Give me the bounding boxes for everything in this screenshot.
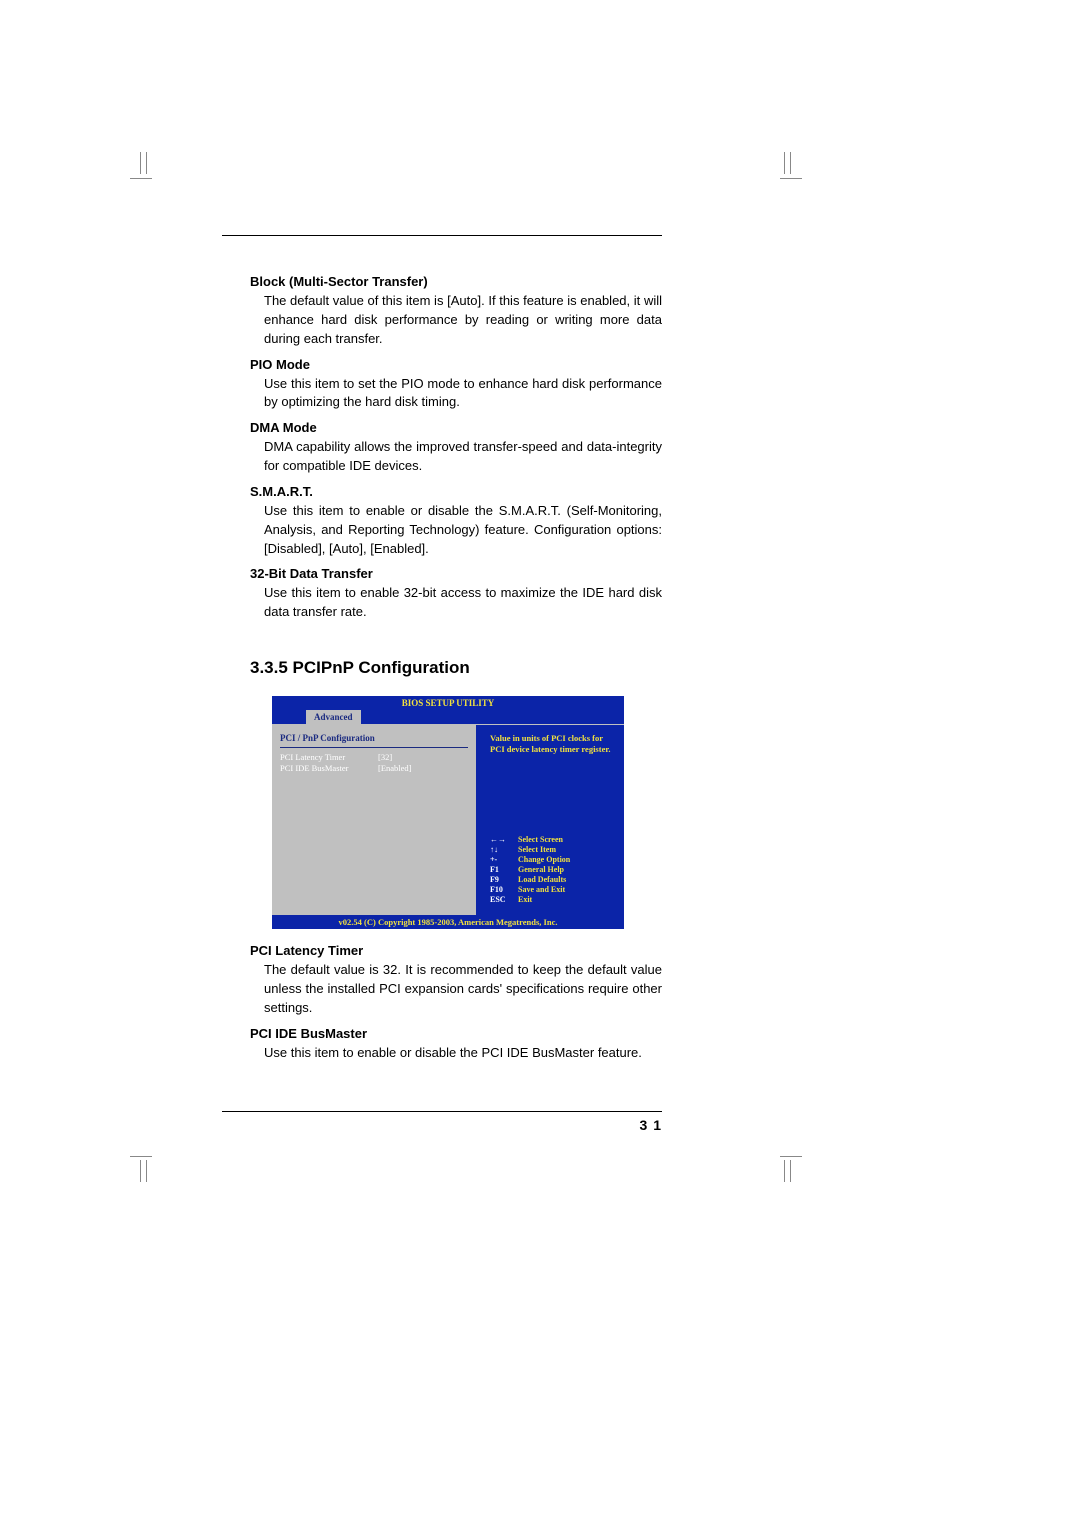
bios-setting-row: PCI Latency Timer [32] [280,752,468,763]
page-number: 3 1 [640,1117,662,1133]
bios-setting-key: PCI Latency Timer [280,752,378,763]
item-heading: PCI IDE BusMaster [250,1026,662,1041]
bios-setting-value: [Enabled] [378,763,468,774]
bios-setting-row: PCI IDE BusMaster [Enabled] [280,763,468,774]
bios-tabbar: Advanced [272,710,624,724]
item-body: DMA capability allows the improved trans… [264,438,662,476]
item-heading: 32-Bit Data Transfer [250,566,662,581]
bios-left-panel: PCI / PnP Configuration PCI Latency Time… [272,725,476,915]
item-heading: PIO Mode [250,357,662,372]
bios-panel-title: PCI / PnP Configuration [280,733,468,743]
bios-help-text: Value in units of PCI clocks for PCI dev… [490,733,614,754]
section-heading: 3.3.5 PCIPnP Configuration [250,658,662,678]
bios-nav-keys: ←→Select Screen ↑↓Select Item +-Change O… [490,835,614,905]
item-heading: PCI Latency Timer [250,943,662,958]
bios-setting-key: PCI IDE BusMaster [280,763,378,774]
item-body: Use this item to set the PIO mode to enh… [264,375,662,413]
item-heading: S.M.A.R.T. [250,484,662,499]
bios-tab-advanced: Advanced [306,710,361,724]
bios-right-panel: Value in units of PCI clocks for PCI dev… [476,725,624,915]
bios-title: BIOS SETUP UTILITY [272,696,624,710]
item-body: Use this item to enable or disable the S… [264,502,662,559]
item-body: Use this item to enable 32-bit access to… [264,584,662,622]
item-body: Use this item to enable or disable the P… [264,1044,662,1063]
bios-divider [280,747,468,748]
item-body: The default value is 32. It is recommend… [264,961,662,1018]
item-body: The default value of this item is [Auto]… [264,292,662,349]
item-heading: Block (Multi-Sector Transfer) [250,274,662,289]
item-heading: DMA Mode [250,420,662,435]
header-rule [222,235,662,236]
bios-footer: v02.54 (C) Copyright 1985-2003, American… [272,915,624,929]
footer-rule [222,1111,662,1112]
bios-setting-value: [32] [378,752,468,763]
bios-screenshot: BIOS SETUP UTILITY Advanced PCI / PnP Co… [272,696,624,929]
